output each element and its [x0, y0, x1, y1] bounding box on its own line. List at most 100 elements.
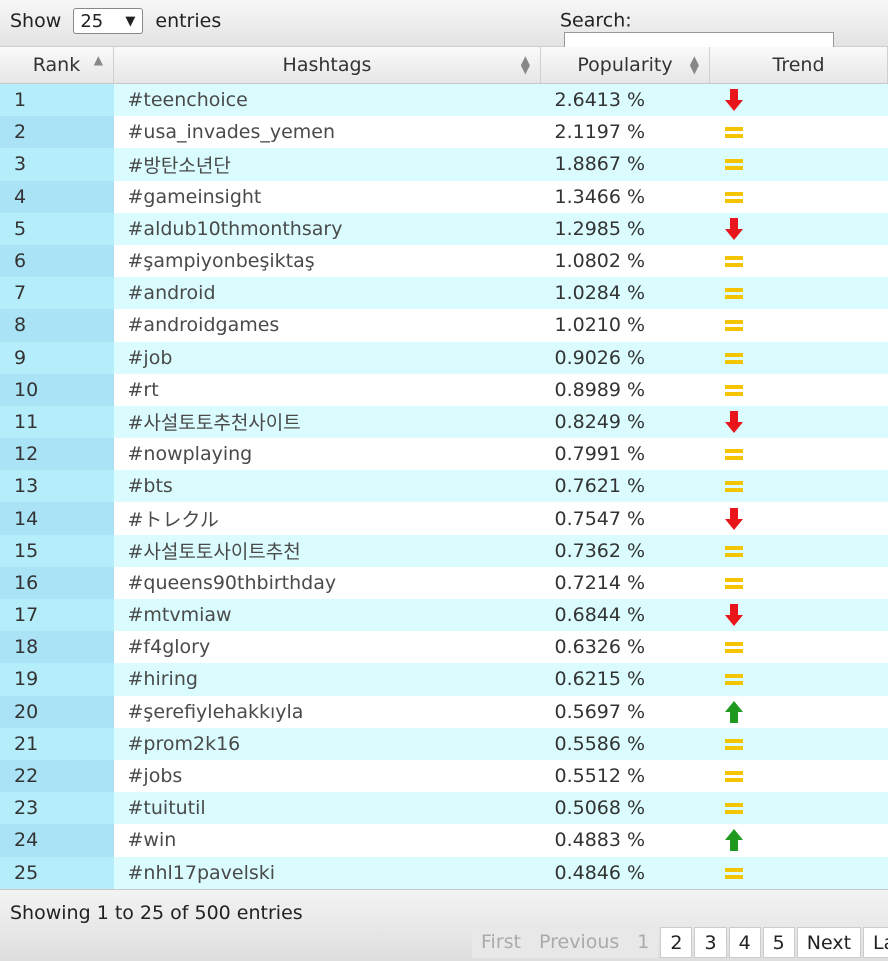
table-row: 24 #win 0.4883 %: [0, 824, 888, 857]
popularity-cell: 2.6413 %: [540, 83, 710, 117]
table-row: 17 #mtvmiaw 0.6844 %: [0, 599, 888, 632]
hashtag-cell: #androidgames: [113, 309, 541, 342]
popularity-cell: 0.5586 %: [540, 727, 710, 760]
equals-icon: [724, 120, 744, 144]
table-body: 1 #teenchoice 2.6413 % 2 #usa_invades_yemen 2…: [0, 83, 888, 889]
hashtag-cell: #queens90thbirthday: [113, 566, 541, 599]
sort-ascending-icon: ▲: [93, 53, 103, 67]
hashtag-cell: #jobs: [113, 759, 541, 793]
table-row: 20 #şerefiylehakkıyla 0.5697 %: [0, 695, 888, 728]
entries-label: entries: [155, 10, 222, 32]
equals-icon: [724, 152, 744, 176]
rank-cell: 23: [0, 792, 114, 825]
popularity-cell: 0.4883 %: [540, 824, 710, 857]
rank-cell: 13: [0, 470, 114, 503]
trend-cell: [709, 502, 888, 535]
pagination: First Previous 1 2 3 4 5 Next Last: [472, 927, 888, 958]
pagination-previous[interactable]: Previous: [530, 927, 629, 958]
table-row: 21 #prom2k16 0.5586 %: [0, 727, 888, 760]
pagination-last[interactable]: Last: [863, 927, 888, 958]
table-row: 7 #android 1.0284 %: [0, 277, 888, 310]
rank-cell: 25: [0, 856, 114, 889]
hashtag-cell: #win: [113, 824, 541, 857]
table-row: 16 #queens90thbirthday 0.7214 %: [0, 566, 888, 599]
rank-cell: 22: [0, 759, 114, 793]
rank-cell: 1: [0, 83, 114, 117]
table-footer-bar: Showing 1 to 25 of 500 entries First Pre…: [0, 889, 888, 961]
trend-cell: [709, 277, 888, 310]
hashtag-cell: #mtvmiaw: [113, 599, 541, 632]
table-row: 4 #gameinsight 1.3466 %: [0, 180, 888, 213]
equals-icon: [724, 281, 744, 305]
rank-cell: 24: [0, 824, 114, 857]
table-row: 10 #rt 0.8989 %: [0, 373, 888, 406]
equals-icon: [724, 378, 744, 402]
pagination-page-4[interactable]: 4: [728, 927, 761, 958]
equals-icon: [724, 667, 744, 691]
chevron-down-icon: ▼: [125, 14, 136, 29]
pagination-page-1[interactable]: 1: [628, 927, 659, 958]
column-header-rank[interactable]: Rank ▲: [0, 47, 114, 84]
rank-cell: 16: [0, 566, 114, 599]
equals-icon: [724, 313, 744, 337]
table-row: 11 #사설토토추천사이트 0.8249 %: [0, 405, 888, 439]
hashtag-cell: #방탄소년단: [113, 148, 541, 181]
hashtag-cell: #hiring: [113, 663, 541, 696]
equals-icon: [724, 796, 744, 820]
table-row: 9 #job 0.9026 %: [0, 341, 888, 374]
trend-cell: [709, 534, 888, 567]
hashtag-cell: #job: [113, 341, 541, 374]
entries-select[interactable]: 25 ▼: [73, 8, 144, 34]
entries-select-value: 25: [80, 11, 104, 32]
popularity-cell: 0.5697 %: [540, 695, 710, 728]
column-header-trend-label: Trend: [772, 54, 825, 76]
popularity-cell: 0.8989 %: [540, 373, 710, 406]
popularity-cell: 0.7991 %: [540, 438, 710, 471]
table-row: 23 #tuitutil 0.5068 %: [0, 792, 888, 825]
popularity-cell: 1.8867 %: [540, 148, 710, 181]
trend-cell: [709, 309, 888, 342]
hashtag-cell: #teenchoice: [113, 83, 541, 117]
column-header-hashtags[interactable]: Hashtags ▲ ▼: [113, 47, 541, 84]
rank-cell: 6: [0, 244, 114, 278]
column-header-popularity-label: Popularity: [577, 54, 673, 76]
arrow-down-icon: [724, 507, 744, 531]
rank-cell: 4: [0, 180, 114, 213]
trend-cell: [709, 727, 888, 760]
pagination-page-2[interactable]: 2: [660, 927, 693, 958]
hashtag-cell: #android: [113, 277, 541, 310]
rank-cell: 11: [0, 405, 114, 439]
search-label: Search:: [560, 9, 632, 32]
trend-cell: [709, 212, 888, 245]
table-row: 25 #nhl17pavelski 0.4846 %: [0, 856, 888, 889]
hashtag-cell: #şerefiylehakkıyla: [113, 695, 541, 728]
table-info: Showing 1 to 25 of 500 entries: [10, 902, 303, 924]
popularity-cell: 0.6326 %: [540, 631, 710, 664]
popularity-cell: 0.8249 %: [540, 405, 710, 439]
table-row: 19 #hiring 0.6215 %: [0, 663, 888, 696]
hashtag-cell: #gameinsight: [113, 180, 541, 213]
sort-both-icon: ▲ ▼: [520, 53, 530, 76]
hashtag-cell: #トレクル: [113, 502, 541, 535]
pagination-next[interactable]: Next: [796, 927, 862, 958]
equals-icon: [724, 442, 744, 466]
popularity-cell: 1.2985 %: [540, 212, 710, 245]
hashtag-cell: #aldub10thmonthsary: [113, 212, 541, 245]
table-row: 8 #androidgames 1.0210 %: [0, 309, 888, 342]
popularity-cell: 0.7621 %: [540, 470, 710, 503]
table-row: 15 #사설토토사이트추천 0.7362 %: [0, 534, 888, 567]
column-header-popularity[interactable]: Popularity ▲ ▼: [540, 47, 710, 84]
sort-both-icon: ▲ ▼: [689, 53, 699, 76]
table-row: 5 #aldub10thmonthsary 1.2985 %: [0, 212, 888, 245]
pagination-first[interactable]: First: [472, 927, 530, 958]
popularity-cell: 0.7214 %: [540, 566, 710, 599]
equals-icon: [724, 185, 744, 209]
pagination-page-5[interactable]: 5: [762, 927, 795, 958]
pagination-page-3[interactable]: 3: [694, 927, 727, 958]
popularity-cell: 0.5512 %: [540, 759, 710, 793]
table-controls-bar: Show 25 ▼ entries Search:: [0, 0, 888, 60]
trend-cell: [709, 405, 888, 439]
trend-cell: [709, 373, 888, 406]
arrow-down-icon: [724, 410, 744, 434]
equals-icon: [724, 474, 744, 498]
